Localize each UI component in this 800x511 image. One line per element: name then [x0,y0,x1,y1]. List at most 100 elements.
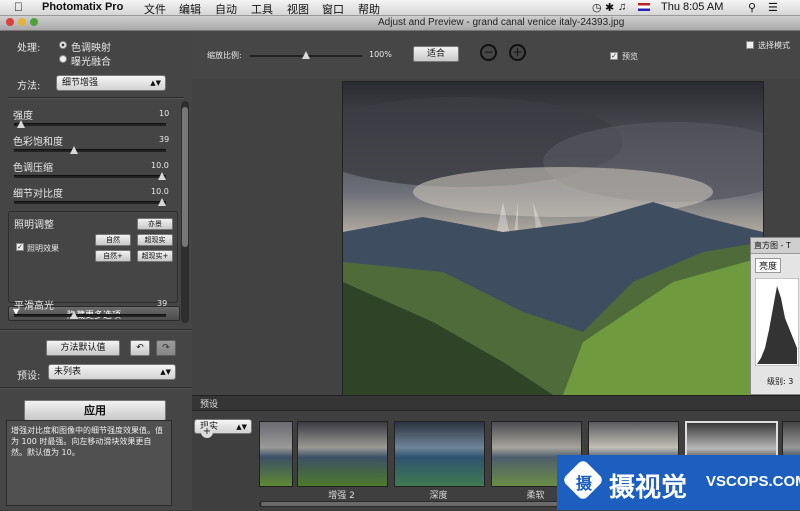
histogram-tab-luminance[interactable]: 亮度 [755,258,782,273]
watermark-name: 摄视觉 [609,473,688,503]
natural-button[interactable]: 自然 [95,234,131,246]
landscape-image [343,82,763,395]
divider [0,329,192,331]
help-text: 增强对比度和图像中的细节强度效果值。值为 100 时最强。向左移动滑块效果更自然… [6,420,172,506]
minimize-icon[interactable] [18,18,26,26]
panel-scrollbar[interactable] [181,101,189,323]
surreal-button[interactable]: 超现实 [137,234,173,246]
menu-file[interactable]: 文件 [144,1,166,17]
menu-edit[interactable]: 编辑 [179,1,201,17]
presets-header-label: 预设 [200,400,219,410]
slider-knob[interactable] [16,120,25,128]
preview-label: 预览 [622,52,638,61]
process-label: 处理: [17,43,41,54]
apple-icon[interactable]:  [14,0,23,14]
scrollbar-thumb[interactable] [182,107,188,247]
zoom-slider[interactable] [250,51,362,59]
method-label: 方法: [17,81,41,92]
clock[interactable]: Thu 8:05 AM [661,1,723,13]
slider-knob[interactable] [70,311,79,319]
preset-thumb-label: 深度 [429,491,448,501]
preset-thumb-label: 增强 2 [328,491,355,501]
lighting-top-button[interactable]: 亦景 [137,218,173,230]
preset-thumb[interactable] [259,421,293,487]
slider-detail-value: 10.0 [151,187,169,196]
histogram-level: 级别: 3 [767,377,794,386]
preset-thumb[interactable] [394,421,485,487]
close-icon[interactable] [6,18,14,26]
slider-knob[interactable] [158,172,166,180]
preset-label: 预设: [17,371,41,382]
watermark-logo-mark: 摄 [576,474,593,493]
zoom-icon[interactable] [30,18,38,26]
fit-button[interactable]: 适合 [413,46,459,62]
select-mode-checkbox[interactable] [746,41,754,49]
zoom-out-icon[interactable]: − [480,44,497,61]
slider-tonecomp[interactable] [14,172,166,180]
zoom-in-icon[interactable]: + [509,44,526,61]
method-select[interactable]: 细节增强 ▲▼ [56,75,166,91]
lighting-title: 照明调整 [14,220,54,231]
slider-knob[interactable] [158,198,166,206]
slider-tonecomp-value: 10.0 [151,161,169,170]
menu-automate[interactable]: 自动 [215,1,237,17]
select-arrows-icon: ▲▼ [236,423,247,431]
preview-area: 直方图 - T 亮度 级别: 3 [192,79,800,396]
undo-button[interactable]: ↶ [130,340,150,356]
menu-view[interactable]: 视图 [287,1,309,17]
menu-bar:  Photomatix Pro 文件 编辑 自动 工具 视图 窗口 帮助 ◷ … [0,0,800,16]
lighting-group: 照明调整 亦景 ✓ 照明效果 自然 超现实 自然+ 超现实+ [8,211,178,303]
natural-plus-button[interactable]: 自然+ [95,250,131,262]
menu-tools[interactable]: 工具 [251,1,273,17]
zoom-value: 100% [369,50,392,59]
menu-help[interactable]: 帮助 [358,1,380,17]
redo-button[interactable]: ↷ [156,340,176,356]
lighting-checkbox[interactable]: ✓ [16,243,24,251]
radio-tonemap[interactable] [59,41,67,49]
preview-checkbox[interactable]: ✓ [610,52,618,60]
zoom-toolbar: 缩放比例: 100% 适合 − + ✓ 预览 选择模式 [192,31,800,79]
smooth-highlight-value: 39 [157,299,168,308]
divider [0,387,192,389]
slider-strength-value: 10 [159,109,170,118]
slider-detail[interactable] [14,198,166,206]
time-machine-icon[interactable]: ◷ [592,1,602,14]
watermark-banner: 摄 摄视觉 VSCOPS.COM [557,455,800,510]
slider-saturation[interactable] [14,146,166,154]
presets-header: 预设 [192,396,800,411]
window-title: Adjust and Preview - grand canal venice … [378,17,625,28]
histogram-graph [755,278,799,366]
slider-strength[interactable] [14,120,166,128]
volume-icon[interactable]: ♫ [618,1,626,13]
smooth-highlight-slider[interactable] [14,311,166,319]
undo-icon: ↶ [136,343,144,353]
select-arrows-icon: ▲▼ [150,79,161,87]
preset-value: 未列表 [54,367,82,377]
apply-button[interactable]: 应用 [24,400,166,421]
preset-select[interactable]: 未列表 ▲▼ [48,364,176,380]
bluetooth-icon[interactable]: ✱ [605,1,614,14]
add-preset-icon[interactable]: + [201,426,213,438]
histogram-panel[interactable]: 直方图 - T 亮度 级别: 3 [750,237,800,395]
slider-saturation-label: 色彩饱和度 [13,137,63,148]
flag-icon[interactable] [638,3,650,11]
slider-knob[interactable] [302,51,310,59]
app-menu[interactable]: Photomatix Pro [42,1,123,13]
method-defaults-button[interactable]: 方法默认值 [46,340,120,356]
slider-knob[interactable] [70,146,79,154]
presets-scroll-thumb[interactable] [261,502,561,506]
menu-window[interactable]: 窗口 [322,1,344,17]
preset-thumb[interactable] [297,421,388,487]
smooth-highlight-label: 平滑高光 [14,301,54,312]
radio-fusion-label: 曝光融合 [71,57,111,68]
spotlight-icon[interactable]: ⚲ [748,1,756,14]
histogram-title: 直方图 - T [751,238,800,254]
redo-icon: ↷ [162,343,170,353]
surreal-plus-button[interactable]: 超现实+ [137,250,173,262]
method-value: 细节增强 [62,78,99,88]
list-icon[interactable]: ☰ [768,1,778,14]
select-mode-label: 选择模式 [758,41,790,50]
preview-image[interactable] [342,81,764,396]
scroll-area: 强度 10 色彩饱和度 39 色调压缩 10.0 细节对比度 10.0 照明调整… [6,99,180,321]
radio-fusion[interactable] [59,55,67,63]
